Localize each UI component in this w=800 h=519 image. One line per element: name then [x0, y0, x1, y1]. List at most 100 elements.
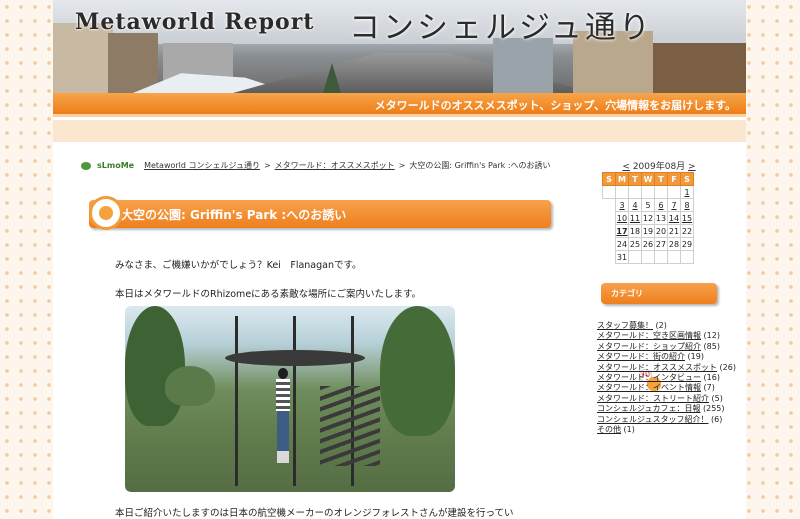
calendar-weekday: S [602, 172, 616, 186]
breadcrumb-link-home[interactable]: Metaworld コンシェルジュ通り [144, 160, 260, 171]
photo-tree [165, 366, 215, 406]
calendar-week: 2345678 [603, 198, 694, 391]
photo-avatar-feet [277, 451, 289, 463]
calendar-day [628, 250, 642, 264]
category-link[interactable]: メタワールド：ストリート紹介 [597, 394, 709, 403]
photo-stairs [320, 386, 380, 466]
leaf-icon [81, 161, 91, 170]
calendar-week: 16171819202122 [603, 224, 694, 391]
calendar-day: 29 [680, 237, 694, 251]
calendar-weekday: W [641, 172, 655, 186]
calendar-weekday: M [615, 172, 629, 186]
category-link[interactable]: メタワールド：街の紹介 [597, 352, 685, 361]
calendar-day: 5 [641, 198, 655, 212]
calendar-prev-link[interactable]: < [622, 162, 630, 172]
tagline-bar: メタワールドのオススメスポット、ショップ、穴場情報をお届けします。 [53, 93, 746, 117]
category-count: (12) [703, 331, 720, 341]
category-item: コンシェルジュスタッフ紹介！ (6) [597, 415, 737, 425]
calendar-day: 27 [654, 237, 668, 251]
calendar-day [628, 185, 642, 199]
calendar-day[interactable]: 15 [680, 211, 694, 225]
calendar: SMTWTFS 12345678910111213141516171819202… [602, 172, 694, 391]
category-count: (2) [655, 321, 667, 330]
breadcrumb-current: 大空の公園: Griffin's Park :へのお誘い [409, 161, 551, 170]
breadcrumb-separator: > [398, 161, 406, 170]
calendar-day [641, 185, 655, 199]
calendar-week: 1 [602, 185, 694, 199]
post-paragraph: 本日はメタワールドのRhizomeにある素敵な場所にご案内いたします。 [115, 289, 422, 300]
category-link[interactable]: コンシェルジュスタッフ紹介！ [597, 415, 708, 424]
calendar-day: 13 [654, 211, 668, 225]
calendar-day[interactable]: 17 [615, 224, 629, 238]
calendar-day [602, 185, 616, 199]
category-link[interactable]: その他 [597, 425, 621, 434]
calendar-day [667, 250, 681, 264]
calendar-month: 2009年08月 [632, 162, 686, 172]
category-link[interactable]: コンシェルジュカフェ：日報 [597, 404, 700, 413]
category-link[interactable]: メタワールド：ショップ紹介 [597, 342, 701, 351]
calendar-day[interactable]: 8 [680, 198, 694, 212]
category-count: (7) [703, 383, 715, 393]
category-item: メタワールド：空き区画情報 (12) [597, 331, 737, 341]
calendar-day [615, 185, 629, 199]
calendar-day[interactable]: 7 [667, 198, 681, 212]
sun-icon [89, 196, 123, 230]
post-title[interactable]: 大空の公園: Griffin's Park :へのお誘い [121, 206, 346, 223]
calendar-day[interactable]: 4 [628, 198, 642, 212]
site-title-jp[interactable]: コンシェルジュ通り [349, 2, 653, 47]
breadcrumb-link-category[interactable]: メタワールド：オススメスポット [275, 160, 395, 171]
category-item: メタワールド：オススメスポット (26) [597, 363, 737, 373]
category-item: メタワールド：ショップ紹介 (85) [597, 342, 737, 352]
post-photo [125, 306, 455, 492]
category-link[interactable]: メタワールド：オススメスポット [597, 363, 717, 372]
category-item: メタワールド：街の紹介 (19) [597, 352, 737, 362]
calendar-day[interactable]: 3 [615, 198, 629, 212]
category-link[interactable]: メタワールド：インタビュー [597, 373, 701, 382]
category-link[interactable]: メタワールド：空き区画情報 [597, 331, 701, 340]
category-count: (5) [711, 393, 723, 403]
photo-avatar-legs [277, 411, 289, 451]
calendar-day[interactable]: 1 [680, 185, 694, 199]
category-item: スタッフ募集！ (2) [597, 321, 737, 331]
calendar-day [680, 250, 694, 264]
site-title-en[interactable]: Metaworld Report [75, 9, 314, 35]
calendar-day: 31 [615, 250, 629, 264]
calendar-day [654, 185, 668, 199]
photo-avatar-torso [276, 379, 290, 411]
categories-heading-bar: カテゴリ [601, 283, 717, 304]
category-count: (1) [623, 425, 635, 435]
calendar-day[interactable]: 11 [628, 211, 642, 225]
calendar-week: 9101112131415 [603, 211, 694, 391]
category-count: (255) [703, 404, 725, 414]
category-count: (85) [703, 341, 720, 351]
calendar-next-link[interactable]: > [688, 162, 696, 172]
page: Metaworld Report コンシェルジュ通り メタワールドのオススメスポ… [53, 0, 746, 519]
categories-heading: カテゴリ [611, 289, 643, 298]
calendar-day: 25 [628, 237, 642, 251]
calendar-day: 28 [667, 237, 681, 251]
calendar-day [654, 250, 668, 264]
calendar-day[interactable]: 10 [615, 211, 629, 225]
calendar-body: 1234567891011121314151617181920212223242… [602, 185, 694, 391]
breadcrumb-logo[interactable]: sLmoMe [97, 161, 134, 170]
calendar-day: 22 [680, 224, 694, 238]
post-paragraph: 本日ご紹介いたしますのは日本の航空機メーカーのオレンジフォレストさんが建設を行っ… [115, 508, 514, 519]
category-item: メタワールド：イベント情報 (7) [597, 383, 737, 393]
calendar-weekday-row: SMTWTFS [602, 172, 694, 186]
category-link[interactable]: メタワールド：イベント情報 [597, 383, 701, 392]
category-count: (6) [711, 414, 723, 424]
calendar-day[interactable]: 6 [654, 198, 668, 212]
calendar-day: 12 [641, 211, 655, 225]
photo-tower-platform [225, 350, 365, 366]
calendar-week: 23242526272829 [603, 237, 694, 391]
post-paragraph: みなさま、ご機嫌いかがでしょう？Kei Flanaganです。 [115, 260, 362, 271]
calendar-day [667, 185, 681, 199]
category-link[interactable]: スタッフ募集！ [597, 321, 653, 330]
breadcrumb: sLmoMe Metaworld コンシェルジュ通り > メタワールド：オススメ… [81, 160, 551, 171]
photo-avatar [275, 368, 291, 468]
breadcrumb-separator: > [263, 161, 271, 170]
calendar-day: 24 [615, 237, 629, 251]
calendar-day[interactable]: 14 [667, 211, 681, 225]
calendar-day [641, 250, 655, 264]
category-count: (26) [719, 362, 736, 372]
